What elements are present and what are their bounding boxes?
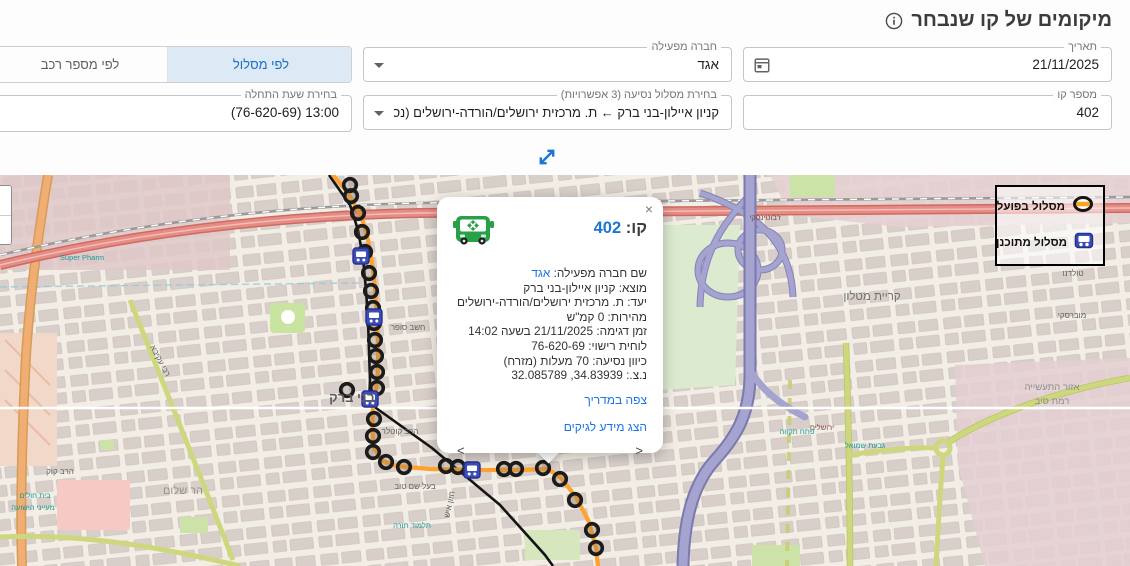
map-label: גבעת שמואל: [845, 441, 885, 450]
map-label: הר שלום: [163, 484, 203, 497]
map-label: הרב קוק: [46, 467, 74, 476]
page-title: מיקומים של קו שנבחר: [885, 9, 1112, 32]
map-legend: מסלול בפועל מסלול מתוכנן: [995, 185, 1105, 266]
popup-field: שם חברה מפעילה: אגד: [453, 266, 647, 281]
legend-item-planned: מסלול מתוכנן: [1003, 232, 1094, 254]
operator-select[interactable]: חברה מפעילה אגד: [363, 47, 732, 82]
planned-stop-marker[interactable]: [464, 462, 480, 478]
close-icon[interactable]: ×: [645, 202, 653, 216]
tab-by-route[interactable]: לפי מסלול: [168, 47, 352, 82]
vehicle-sample-marker[interactable]: [369, 334, 382, 347]
view-mode-tabs: לפי מספר רכב לפי מסלול: [0, 46, 352, 83]
map-label: ז'בוטינסקי: [749, 213, 781, 222]
bus-icon: [453, 213, 495, 252]
map-label: Super Pharm: [60, 253, 104, 262]
popup-title: קו: 402: [594, 219, 647, 238]
info-icon[interactable]: [885, 12, 903, 30]
vehicle-sample-marker[interactable]: [452, 461, 465, 474]
legend-item-actual: מסלול בפועל: [1003, 196, 1094, 217]
operator-select-value: אגד: [394, 48, 719, 81]
vehicle-sample-marker[interactable]: [352, 207, 365, 220]
vehicle-sample-marker[interactable]: [380, 456, 393, 469]
popup-field: זמן דגימה: 21/11/2025 בשעה 14:02: [453, 324, 647, 339]
popup-header: קו: 402: [453, 213, 647, 252]
popup-pagination: < >: [453, 443, 647, 458]
next-vehicle-chevron[interactable]: >: [633, 443, 645, 458]
vehicle-sample-marker[interactable]: [344, 179, 357, 192]
popup-line-number: 402: [594, 219, 622, 237]
map-label: פתח תקווה: [780, 427, 815, 436]
vehicle-sample-marker[interactable]: [356, 226, 369, 239]
planned-stop-marker[interactable]: [353, 248, 369, 264]
popup-field: לוחית רישוי: 76-620-69: [453, 339, 647, 354]
planned-route-marker-icon: [1074, 232, 1094, 254]
operator-link[interactable]: אגד: [531, 266, 550, 280]
popup-links: צפה במדריך הצג מידע לגיקים: [453, 393, 647, 434]
calendar-icon[interactable]: [753, 56, 771, 79]
chevron-down-icon: [374, 63, 384, 68]
vehicle-sample-marker[interactable]: [367, 430, 380, 443]
actual-route-marker-icon: [1072, 196, 1094, 217]
prev-vehicle-chevron[interactable]: <: [455, 443, 467, 458]
map-label: טולדנו: [1062, 269, 1083, 278]
line-info-popup: × קו: 402: [437, 197, 663, 453]
popup-link[interactable]: הצג מידע לגיקים: [453, 420, 647, 434]
map-label: תלמוד תורה: [393, 521, 431, 530]
legend-label: מסלול מתוכנן: [996, 237, 1067, 249]
page-title-text: מיקומים של קו שנבחר: [911, 9, 1112, 32]
route-select-value: קניון איילון-בני ברק ← ת. מרכזית ירושלים…: [394, 96, 719, 129]
popup-field: מוצא: קניון איילון-בני ברק: [453, 281, 647, 296]
vehicle-sample-marker[interactable]: [537, 462, 550, 475]
vehicle-sample-marker[interactable]: [365, 285, 378, 298]
zoom-out-button[interactable]: −: [0, 215, 11, 244]
route-select[interactable]: בחירת מסלול נסיעה (3 אפשרויות) קניון איי…: [363, 95, 732, 130]
map-label: הרב קוטלר: [382, 427, 419, 436]
popup-field: יעד: ת. מרכזית ירושלים/הורדה-ירושלים: [453, 295, 647, 310]
map-label: בעל שם טוב: [394, 482, 436, 491]
tab-by-vehicle[interactable]: לפי מספר רכב: [0, 47, 168, 82]
popup-fields: שם חברה מפעילה: אגדמוצא: קניון איילון-בנ…: [453, 266, 647, 383]
map-label: קריית מטלון: [843, 290, 901, 303]
popup-link[interactable]: צפה במדריך: [453, 393, 647, 407]
line-number-field[interactable]: מספר קו 402: [743, 95, 1112, 130]
vehicle-sample-marker[interactable]: [510, 463, 523, 476]
line-number-value: 402: [774, 96, 1099, 129]
vehicle-sample-marker[interactable]: [586, 524, 599, 537]
expand-map-icon[interactable]: [536, 146, 558, 168]
start-time-value: 13:00 (76-620-69): [11, 96, 339, 129]
vehicle-sample-marker[interactable]: [368, 413, 381, 426]
map-label: אזור התעשייה: [1025, 382, 1080, 393]
popup-field: כיוון נסיעה: 70 מעלות (מזרח): [453, 354, 647, 369]
legend-label: מסלול בפועל: [997, 201, 1065, 213]
vehicle-sample-marker[interactable]: [367, 446, 380, 459]
map-label: חשב סופר: [391, 323, 426, 332]
map-label: בני ברק: [329, 390, 375, 405]
planned-stop-marker[interactable]: [366, 309, 382, 325]
date-field[interactable]: תאריך 21/11/2025: [743, 47, 1112, 82]
map-zoom-control: + −: [0, 185, 12, 245]
map-label: מעייני הישועה: [11, 503, 55, 512]
vehicle-sample-marker[interactable]: [590, 542, 603, 555]
popup-field: נ.צ.: 34.83939, 32.085789: [453, 368, 647, 383]
start-time-select[interactable]: בחירת שעת התחלה 13:00 (76-620-69): [0, 95, 352, 132]
vehicle-sample-marker[interactable]: [569, 494, 582, 507]
vehicle-sample-marker[interactable]: [370, 350, 383, 363]
chevron-down-icon: [374, 111, 384, 116]
vehicle-sample-marker[interactable]: [363, 267, 376, 280]
map-label: בית חולים: [19, 491, 51, 500]
popup-field: מהירות: 0 קמ"ש: [453, 310, 647, 325]
vehicle-sample-marker[interactable]: [371, 366, 384, 379]
date-field-value: 21/11/2025: [774, 48, 1099, 81]
zoom-in-button[interactable]: +: [0, 186, 11, 215]
vehicle-sample-marker[interactable]: [554, 473, 567, 486]
map-label: רמת סיב: [1035, 396, 1070, 407]
vehicle-sample-marker[interactable]: [398, 461, 411, 474]
map[interactable]: בני ברק קריית מטלון הר שלום אזור התעשייה רמת…: [0, 175, 1130, 566]
map-label: מוברסקי: [1058, 311, 1086, 320]
